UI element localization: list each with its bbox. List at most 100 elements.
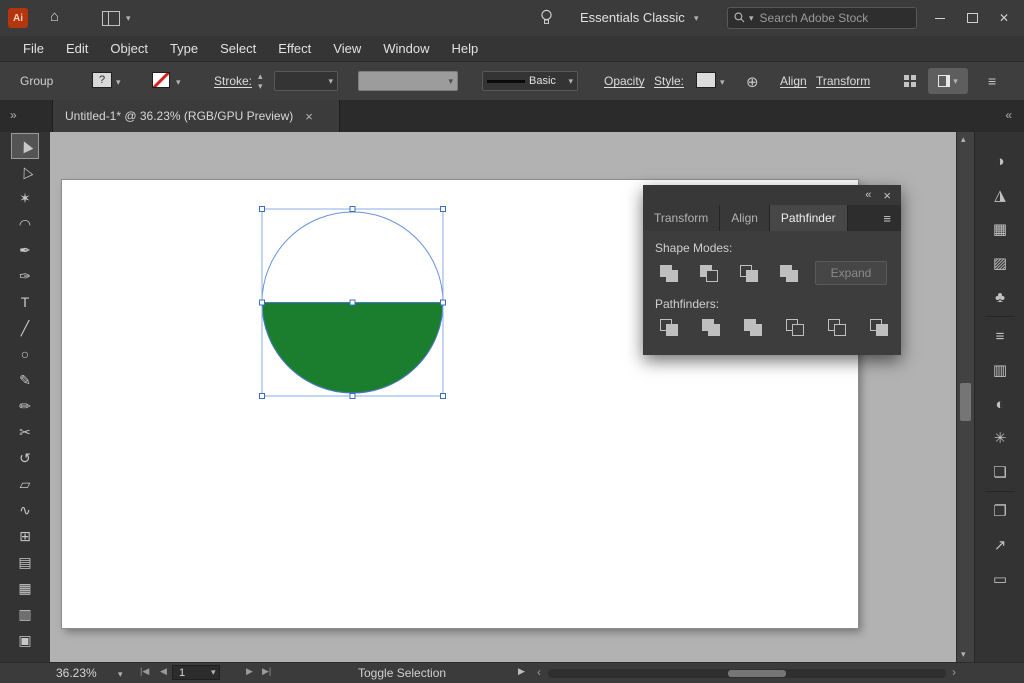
status-text[interactable]: Toggle Selection [358,666,446,680]
menu-view[interactable]: View [322,41,372,56]
layers-panel-icon[interactable]: ❐ [975,494,1024,528]
minimize-button[interactable] [925,0,955,36]
tool-magic-wand[interactable]: ✶ [12,186,38,210]
stepper-down-icon[interactable]: ▾ [258,82,263,91]
scroll-up-icon[interactable]: ▴ [961,135,966,144]
zoom-chevron-icon[interactable]: ▾ [118,670,123,679]
brush-definition-combobox[interactable]: Basic ▾ [482,71,578,91]
vertical-scrollbar[interactable]: ▴ ▾ [956,132,974,662]
align-link[interactable]: Align [780,74,807,88]
artboard-number-field[interactable]: ▾ [172,665,220,680]
artboard-number-chevron-icon[interactable]: ▾ [211,668,216,677]
menu-help[interactable]: Help [440,41,489,56]
status-play-icon[interactable]: ▶ [518,666,525,677]
tool-scale[interactable]: ▱ [12,472,38,496]
color-guide-panel-icon[interactable]: ◮ [975,178,1024,212]
stroke-weight-link[interactable]: Stroke: [214,74,252,88]
swatches-panel-icon[interactable]: ▦ [975,212,1024,246]
document-tab[interactable]: Untitled-1* @ 36.23% (RGB/GPU Preview) × [52,100,340,132]
search-input[interactable] [758,10,892,26]
menu-select[interactable]: Select [209,41,267,56]
horizontal-scrollbar[interactable] [548,669,946,678]
tool-mesh[interactable]: ▦ [12,576,38,600]
menu-object[interactable]: Object [99,41,159,56]
menu-window[interactable]: Window [372,41,440,56]
first-artboard-icon[interactable]: |◀ [140,666,149,677]
menu-edit[interactable]: Edit [55,41,99,56]
handle-middle-right[interactable] [441,300,446,305]
brush-combo-chevron-icon[interactable]: ▾ [568,77,573,86]
artboard-number-input[interactable] [173,666,211,680]
intersect-button[interactable] [737,263,763,285]
tool-artboard[interactable]: ▣ [12,628,38,652]
handle-top-left[interactable] [260,207,265,212]
next-artboard-icon[interactable]: ▶ [246,666,253,677]
scroll-right-icon[interactable]: › [952,665,956,679]
tool-gradient[interactable]: ▤ [12,550,38,574]
zoom-level[interactable]: 36.23% [56,666,97,680]
vertical-scrollbar-thumb[interactable] [960,383,971,421]
minus-back-button[interactable] [867,317,893,339]
artboards-panel-icon[interactable]: ▭ [975,562,1024,596]
half-circle-bottom[interactable] [262,303,443,394]
tool-type[interactable]: T [12,290,38,314]
app-logo-icon[interactable]: Ai [8,8,28,28]
style-swatch[interactable] [696,72,716,88]
menu-file[interactable]: File [12,41,55,56]
style-chevron-icon[interactable]: ▾ [720,78,725,87]
horizontal-scrollbar-thumb[interactable] [728,670,786,677]
divide-button[interactable] [657,317,683,339]
tab-pathfinder[interactable]: Pathfinder [770,205,848,231]
control-bar-menu-icon[interactable]: ≡ [988,73,996,89]
workspace-switcher-icon[interactable] [102,11,120,26]
arrange-documents-icon[interactable] [904,75,916,87]
transparency-panel-icon[interactable]: ◐ [975,387,1024,421]
style-label[interactable]: Style: [654,74,684,88]
menu-type[interactable]: Type [159,41,209,56]
stroke-color-swatch[interactable] [152,72,170,88]
opacity-link[interactable]: Opacity [604,74,645,88]
tool-paintbrush[interactable]: ✎ [12,368,38,392]
stepper-up-icon[interactable]: ▴ [258,72,263,81]
tool-scissors[interactable]: ✂ [12,420,38,444]
expand-left-panel-icon[interactable]: » [10,108,17,122]
search-scope-chevron-icon[interactable]: ▾ [749,14,754,23]
gradient-panel-icon[interactable]: ▥ [975,353,1024,387]
handle-center[interactable] [350,300,355,305]
fill-chevron-icon[interactable]: ▾ [116,78,121,87]
minus-front-button[interactable] [697,263,723,285]
handle-middle-left[interactable] [260,300,265,305]
tool-line-segment[interactable]: ╱ [12,316,38,340]
scroll-down-icon[interactable]: ▾ [961,650,966,659]
handle-top-center[interactable] [350,207,355,212]
last-artboard-icon[interactable]: ▶| [262,666,271,677]
document-setup-globe-icon[interactable]: ⊕ [746,73,759,91]
tab-transform[interactable]: Transform [643,205,720,231]
transform-link[interactable]: Transform [816,74,870,88]
document-tab-close-icon[interactable]: × [305,109,313,124]
dock-toggle-chevron-icon[interactable]: ▾ [953,77,958,86]
maximize-button[interactable] [957,0,987,36]
handle-bottom-left[interactable] [260,394,265,399]
stroke-weight-stepper[interactable]: ▴ ▾ [258,72,263,91]
adobe-stock-search[interactable]: ▾ [727,7,917,29]
appearance-panel-icon[interactable]: ✳ [975,421,1024,455]
color-panel-icon[interactable]: ◑ [975,144,1024,178]
workspace-switcher-chevron-icon[interactable]: ▾ [126,14,131,23]
stroke-panel-icon[interactable]: ≡ [975,319,1024,353]
stroke-weight-combobox[interactable]: ▾ [274,71,338,91]
tool-curvature[interactable]: ✑ [12,264,38,288]
tool-rotate[interactable]: ↺ [12,446,38,470]
handle-bottom-right[interactable] [441,394,446,399]
panel-collapse-icon[interactable]: « [865,189,871,201]
asset-export-panel-icon[interactable]: ↗ [975,528,1024,562]
tool-lasso[interactable]: ◠ [12,212,38,236]
stroke-chevron-icon[interactable]: ▾ [176,78,181,87]
workspace-chevron-icon[interactable]: ▾ [694,14,699,23]
collapse-dock-icon[interactable]: « [1005,108,1012,122]
dock-toggle-button[interactable]: ▾ [928,68,968,94]
tool-free-transform[interactable]: ⊞ [12,524,38,548]
menu-effect[interactable]: Effect [267,41,322,56]
tab-align[interactable]: Align [720,205,770,231]
tool-pencil[interactable]: ✏ [12,394,38,418]
